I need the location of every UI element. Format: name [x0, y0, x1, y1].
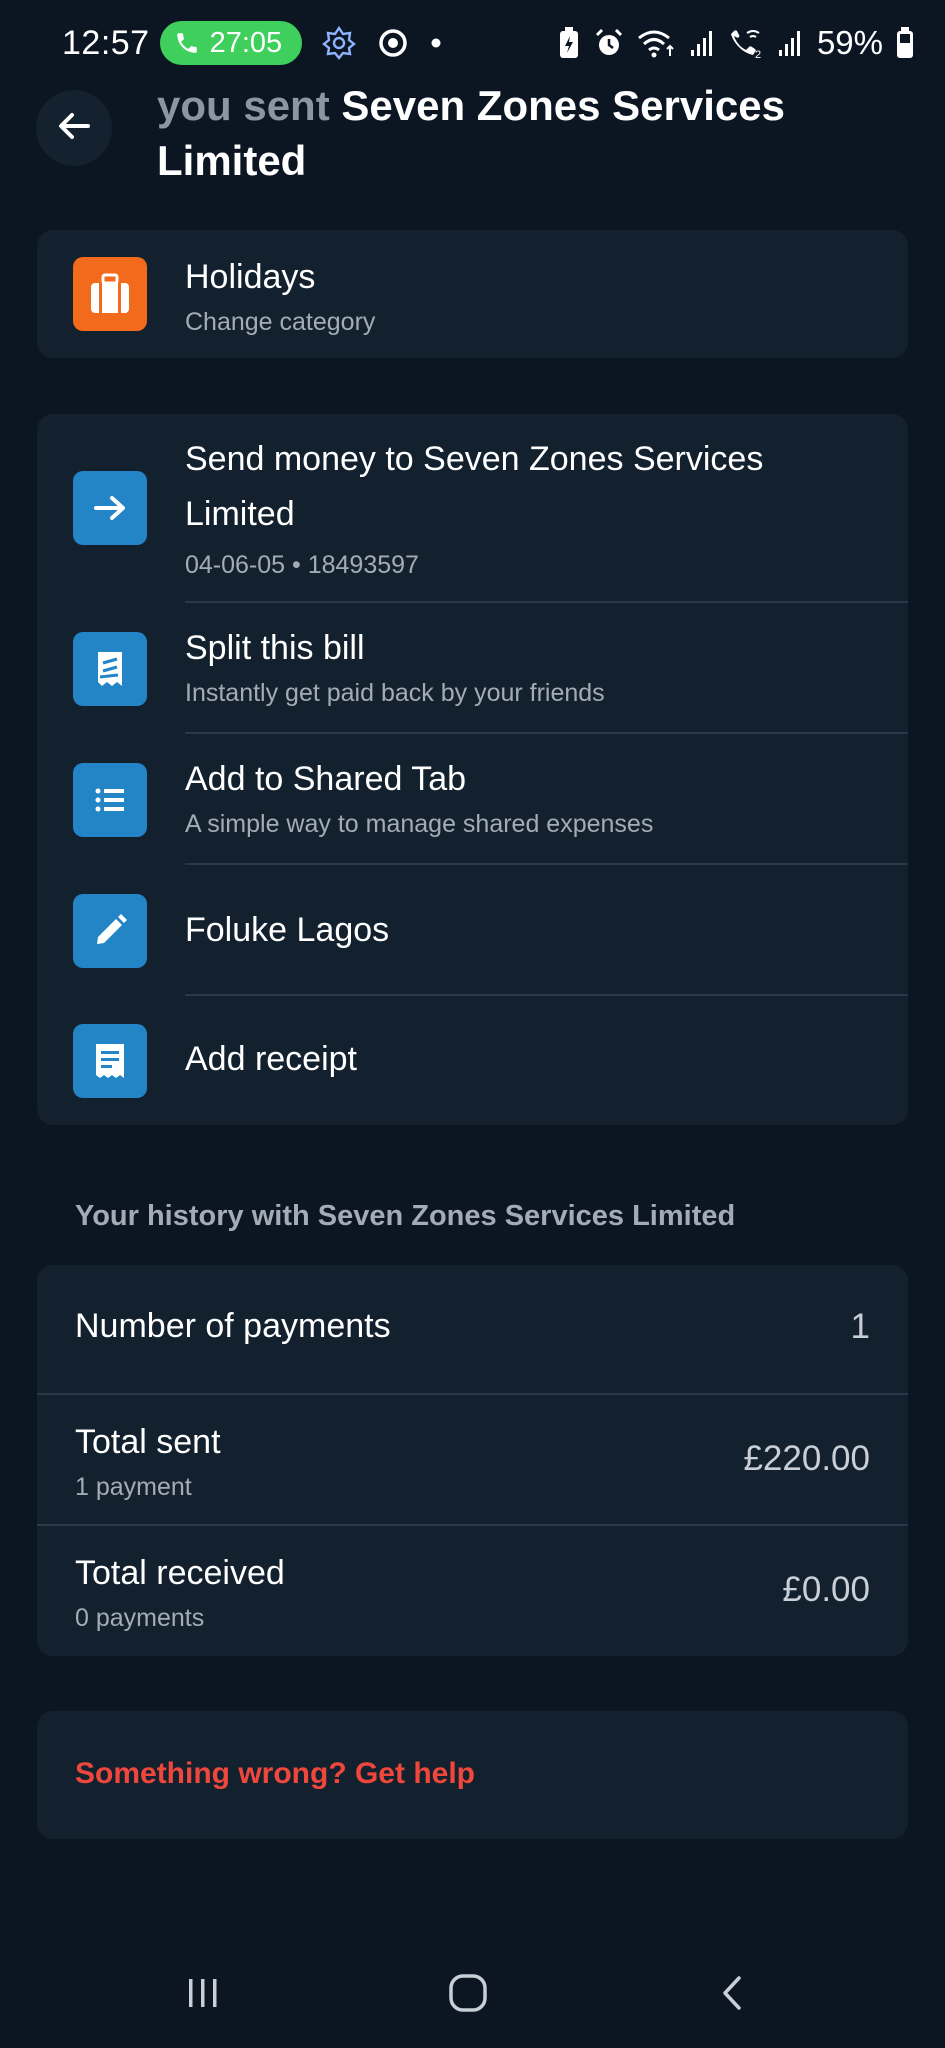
app-badge-icon: [322, 26, 357, 60]
recent-apps-icon: [183, 1973, 223, 2018]
alarm-icon: [593, 27, 625, 59]
pencil-icon: [73, 894, 147, 968]
battery-percent: 59%: [816, 24, 883, 61]
page-title: you sent Seven Zones Services Limited: [157, 78, 897, 188]
signal-icon: [777, 28, 805, 58]
category-subtitle[interactable]: Change category: [185, 305, 872, 339]
home-icon: [447, 1972, 489, 2019]
category-row[interactable]: Holidays Change category: [37, 230, 908, 358]
history-value: £220.00: [743, 1439, 870, 1478]
history-label: Total sent: [75, 1423, 221, 1461]
suitcase-icon: [73, 257, 147, 331]
home-button[interactable]: [433, 1965, 503, 2025]
phone-icon: [174, 30, 200, 56]
shared-tab-row[interactable]: Add to Shared Tab A simple way to manage…: [37, 734, 908, 865]
history-label: Total received: [75, 1554, 285, 1592]
history-row-payments: Number of payments 1: [37, 1265, 908, 1395]
history-section-label: Your history with Seven Zones Services L…: [75, 1200, 736, 1232]
send-money-row[interactable]: Send money to Seven Zones Services Limit…: [37, 414, 908, 603]
arrow-right-icon: [73, 471, 147, 545]
back-icon: [713, 1973, 753, 2018]
battery-icon: [895, 26, 915, 60]
shared-tab-subtitle: A simple way to manage shared expenses: [185, 810, 654, 838]
history-value: 1: [850, 1307, 870, 1346]
chrome-icon: [378, 28, 408, 58]
category-card[interactable]: Holidays Change category: [37, 230, 908, 358]
history-sub: 0 payments: [75, 1604, 205, 1632]
send-money-title: Send money to Seven Zones Services Limit…: [185, 440, 764, 533]
actions-card: Send money to Seven Zones Services Limit…: [37, 414, 908, 1125]
dot-icon: [430, 37, 442, 49]
page-title-prefix: you sent: [157, 82, 330, 129]
history-row-sent: Total sent 1 payment £220.00: [37, 1395, 908, 1526]
back-nav-button[interactable]: [698, 1965, 768, 2025]
call-timer: 27:05: [209, 26, 283, 59]
add-receipt-row[interactable]: Add receipt: [37, 996, 908, 1125]
history-label: Number of payments: [75, 1307, 391, 1345]
screen: 12:57 27:05 2 59% you sent Seven Zones S…: [0, 0, 945, 2048]
history-row-received: Total received 0 payments £0.00: [37, 1526, 908, 1656]
list-icon: [73, 763, 147, 837]
notes-row[interactable]: Foluke Lagos: [37, 865, 908, 996]
history-value: £0.00: [782, 1570, 870, 1609]
wifi-icon: [637, 28, 677, 58]
navigation-bar: [0, 1940, 945, 2048]
back-button[interactable]: [36, 90, 112, 166]
status-bar: 12:57 27:05 2 59%: [0, 0, 945, 86]
recent-apps-button[interactable]: [168, 1965, 238, 2025]
battery-saver-icon: [557, 26, 581, 60]
notes-title: Foluke Lagos: [185, 911, 390, 949]
history-sub: 1 payment: [75, 1473, 192, 1501]
category-title: Holidays: [185, 258, 316, 296]
split-bill-title: Split this bill: [185, 629, 365, 667]
get-help-link[interactable]: Something wrong? Get help: [75, 1757, 475, 1791]
call-pill[interactable]: 27:05: [159, 21, 303, 65]
svg-text:2: 2: [755, 49, 761, 59]
split-bill-row[interactable]: Split this bill Instantly get paid back …: [37, 603, 908, 734]
help-card[interactable]: Something wrong? Get help: [37, 1711, 908, 1839]
sort-code-account: 04-06-05 • 18493597: [185, 551, 419, 579]
signal-icon: [689, 28, 717, 58]
history-card: Number of payments 1 Total sent 1 paymen…: [37, 1265, 908, 1656]
arrow-left-icon: [54, 106, 94, 151]
split-bill-subtitle: Instantly get paid back by your friends: [185, 679, 605, 707]
receipt-icon: [73, 1024, 147, 1098]
wifi-calling-icon: 2: [729, 27, 765, 59]
split-bill-icon: [73, 632, 147, 706]
status-time: 12:57: [62, 23, 150, 62]
shared-tab-title: Add to Shared Tab: [185, 760, 467, 798]
add-receipt-title: Add receipt: [185, 1040, 357, 1078]
